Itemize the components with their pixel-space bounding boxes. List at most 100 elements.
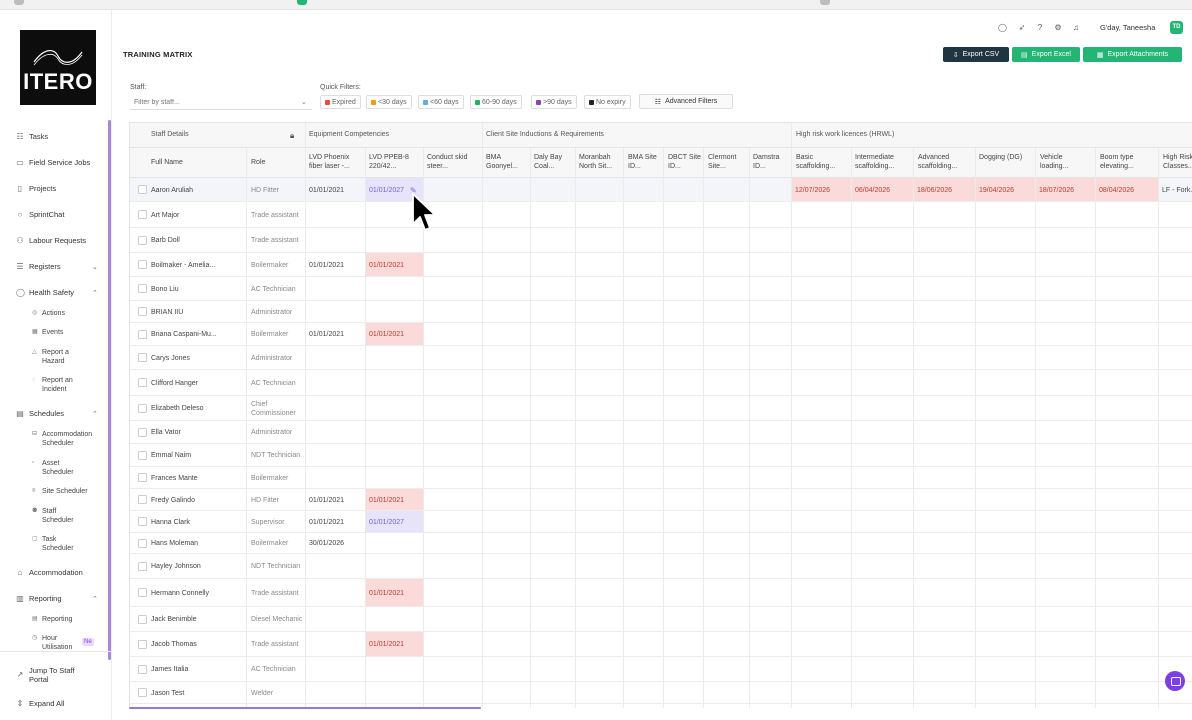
chevron-down-icon[interactable]: ⌄: [301, 98, 307, 106]
col-daly-bay[interactable]: Daly Bay Coal...: [534, 153, 574, 171]
row-checkbox[interactable]: [138, 495, 147, 504]
staff-name-cell[interactable]: BRIAN IIU: [151, 301, 243, 323]
competency-date-cell[interactable]: 01/01/2021: [369, 253, 421, 277]
competency-date-cell[interactable]: 12/07/2026: [795, 178, 849, 202]
competency-date-cell[interactable]: 01/01/2021: [309, 178, 363, 202]
export-attachments-button[interactable]: ▦ Export Attachments: [1083, 47, 1182, 62]
staff-name-cell[interactable]: Hermann Connelly: [151, 579, 243, 607]
sidebar-item-health-safety[interactable]: ◯ Health Safety ⌃: [16, 288, 98, 297]
row-checkbox[interactable]: [138, 378, 147, 387]
staff-name-cell[interactable]: Jacob Thomas: [151, 632, 243, 657]
sidebar-sub-report-incident[interactable]: ◌ Report an Incident: [32, 376, 86, 394]
staff-name-cell[interactable]: Art Major: [151, 202, 243, 228]
competency-date-cell[interactable]: 08/04/2026: [1099, 178, 1156, 202]
row-checkbox[interactable]: [138, 284, 147, 293]
competency-date-cell[interactable]: 18/06/2026: [917, 178, 973, 202]
sidebar-sub-accommodation-scheduler[interactable]: ⊟ Accommodation Scheduler: [32, 430, 106, 448]
competency-date-cell[interactable]: 18/07/2026: [1039, 178, 1093, 202]
col-damstra[interactable]: Damstra ID...: [753, 153, 789, 171]
itero-logo[interactable]: ITERO: [20, 30, 96, 105]
sidebar-item-field-service-jobs[interactable]: ▭ Field Service Jobs: [16, 158, 90, 167]
bell-icon[interactable]: ♫: [1072, 24, 1080, 32]
quick-filter-expired[interactable]: Expired: [320, 95, 361, 109]
staff-name-cell[interactable]: Boilmaker - Amelia...: [151, 253, 243, 277]
horizontal-scrollbar[interactable]: [129, 707, 481, 709]
staff-name-cell[interactable]: Frances Mante: [151, 467, 243, 489]
row-checkbox[interactable]: [138, 260, 147, 269]
col-lvd-phoenix[interactable]: LVD Phoenix fiber laser -...: [309, 153, 363, 171]
help-icon[interactable]: ?: [1036, 24, 1044, 32]
col-vehicle-loading[interactable]: Vehicle loading...: [1040, 153, 1090, 171]
sidebar-item-sprintchat[interactable]: ○ SprintChat: [16, 210, 65, 219]
quick-filter-30-days[interactable]: <30 days: [366, 95, 412, 109]
row-checkbox[interactable]: [138, 688, 147, 697]
sidebar-sub-hour-utilisation[interactable]: ◷ Hour Utilisation: [32, 634, 82, 652]
staff-name-cell[interactable]: Hanna Clark: [151, 511, 243, 533]
browser-tab-icon[interactable]: [297, 0, 307, 5]
col-moranbah[interactable]: Moranbah North Sit...: [579, 153, 621, 171]
row-checkbox[interactable]: [138, 664, 147, 674]
browser-extension-icon[interactable]: [820, 0, 830, 5]
competency-date-cell[interactable]: 01/01/2021: [309, 253, 363, 277]
lock-icon[interactable]: 🔒︎: [290, 131, 294, 141]
staff-name-cell[interactable]: James Italia: [151, 657, 243, 682]
sidebar-sub-actions[interactable]: ◎ Actions: [32, 309, 65, 318]
sidebar-sub-events[interactable]: ▦ Events: [32, 328, 63, 337]
quick-filter-60-days[interactable]: <60 days: [418, 95, 464, 109]
sidebar-sub-reporting[interactable]: ▤ Reporting: [32, 615, 72, 624]
col-full-name[interactable]: Full Name: [151, 158, 241, 167]
sidebar-item-expand-all[interactable]: ⇕ Expand All: [16, 699, 65, 708]
staff-name-cell[interactable]: Emmal Naim: [151, 444, 243, 467]
row-checkbox[interactable]: [138, 517, 147, 526]
row-checkbox[interactable]: [138, 538, 147, 548]
sidebar-item-schedules[interactable]: ▤ Schedules ⌃: [16, 409, 98, 418]
row-checkbox[interactable]: [138, 235, 147, 245]
row-checkbox[interactable]: [138, 307, 147, 316]
sidebar-item-projects[interactable]: ▯ Projects: [16, 184, 56, 193]
row-checkbox[interactable]: [138, 353, 147, 362]
row-checkbox[interactable]: [138, 588, 147, 597]
competency-date-cell[interactable]: 30/01/2026: [309, 533, 363, 554]
avatar[interactable]: TD: [1170, 21, 1183, 34]
competency-date-cell[interactable]: 06/04/2026: [855, 178, 911, 202]
col-dbct-site-id[interactable]: DBCT Site ID...: [668, 153, 704, 171]
row-checkbox[interactable]: [138, 450, 147, 460]
competency-date-cell[interactable]: 19/04/2026: [979, 178, 1033, 202]
competency-date-cell[interactable]: 01/01/2021: [369, 579, 421, 607]
chat-launcher-button[interactable]: [1165, 671, 1185, 691]
sidebar-item-reporting[interactable]: ▥ Reporting ⌃: [16, 594, 98, 603]
staff-name-cell[interactable]: Clifford Hanger: [151, 370, 243, 396]
export-excel-button[interactable]: ▤ Export Excel: [1012, 47, 1080, 62]
col-lvd-ppeb[interactable]: LVD PPEB-8 220/42...: [369, 153, 421, 171]
sidebar-item-tasks[interactable]: ☷ Tasks: [16, 132, 48, 141]
col-intermediate-scaffolding[interactable]: Intermediate scaffolding...: [855, 153, 911, 171]
competency-date-cell[interactable]: 01/01/2021: [369, 632, 421, 657]
row-checkbox[interactable]: [138, 473, 147, 482]
competency-date-cell[interactable]: 01/01/2021: [309, 489, 363, 511]
staff-name-cell[interactable]: Jason Test: [151, 682, 243, 704]
competency-date-cell[interactable]: 01/01/2021: [369, 323, 421, 346]
row-checkbox[interactable]: [138, 614, 147, 624]
row-checkbox[interactable]: [138, 403, 147, 413]
row-checkbox[interactable]: [138, 427, 147, 437]
competency-date-cell[interactable]: 01/01/2021: [369, 489, 421, 511]
row-checkbox[interactable]: [138, 210, 147, 219]
sidebar-item-accommodation[interactable]: ⌂ Accommodation: [16, 568, 83, 577]
col-basic-scaffolding[interactable]: Basic scaffolding...: [796, 153, 850, 171]
quick-filter-no-expiry[interactable]: No expiry: [584, 95, 631, 109]
sidebar-sub-staff-scheduler[interactable]: ⚉ Staff Scheduler: [32, 507, 86, 525]
staff-name-cell[interactable]: Carys Jones: [151, 346, 243, 370]
col-dogging[interactable]: Dogging (DG): [979, 153, 1029, 162]
staff-name-cell[interactable]: Elizabeth Deleso: [151, 396, 243, 421]
row-checkbox[interactable]: [138, 329, 147, 339]
quick-filter-90-days[interactable]: >90 days: [531, 95, 577, 109]
competency-date-cell[interactable]: LF - Fork...: [1162, 178, 1192, 202]
sidebar-sub-task-scheduler[interactable]: ▢ Task Scheduler: [32, 535, 86, 553]
col-advanced-scaffolding[interactable]: Advanced scaffolding...: [918, 153, 972, 171]
row-checkbox[interactable]: [138, 561, 147, 571]
staff-name-cell[interactable]: Fredy Galindo: [151, 489, 243, 511]
row-checkbox[interactable]: [138, 185, 147, 194]
staff-name-cell[interactable]: Barb Doll: [151, 228, 243, 253]
col-clermont[interactable]: Clermont Site...: [708, 153, 748, 171]
staff-filter-input[interactable]: [130, 95, 312, 110]
